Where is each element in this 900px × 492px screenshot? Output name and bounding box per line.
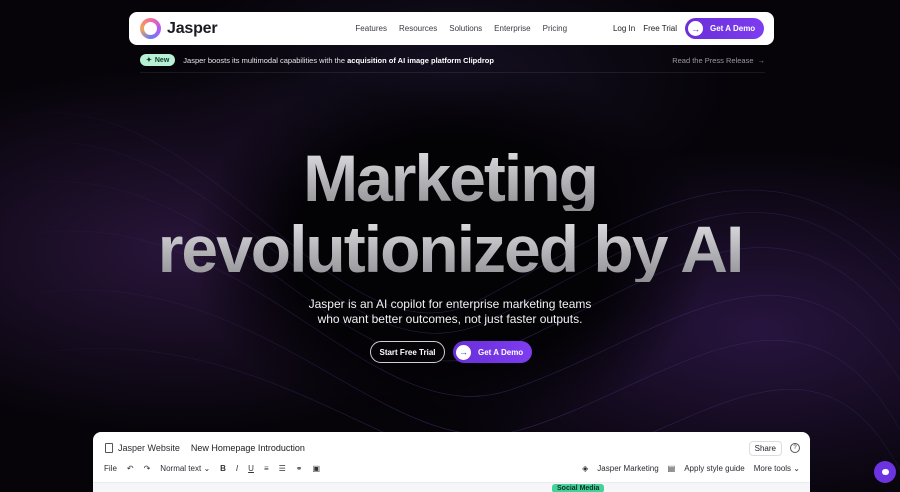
nav-demo-label: Get A Demo [710, 24, 756, 33]
hero-headline-line1: Marketing [0, 145, 900, 211]
chat-widget-icon[interactable] [874, 461, 896, 483]
announcement-text-main: Jasper boosts its multimodal capabilitie… [183, 55, 348, 65]
social-media-tag: Social Media [552, 484, 605, 492]
bold-icon[interactable]: B [220, 464, 226, 473]
divider [140, 72, 765, 73]
more-tools-dropdown[interactable]: More tools ⌄ [754, 464, 800, 473]
megaphone-icon: ◈ [582, 463, 589, 473]
hero-get-demo-button[interactable]: → Get A Demo [453, 341, 532, 363]
top-navbar: Jasper Features Resources Solutions Ente… [129, 12, 774, 45]
nav-link-resources[interactable]: Resources [399, 24, 437, 33]
hero-subtitle-line1: Jasper is an AI copilot for enterprise m… [308, 297, 592, 311]
link-icon[interactable]: ⚭ [296, 464, 303, 473]
free-trial-link[interactable]: Free Trial [643, 24, 677, 33]
login-link[interactable]: Log In [613, 24, 635, 33]
editor-body[interactable] [93, 482, 810, 492]
numbered-list-icon[interactable]: ☰ [279, 464, 286, 473]
image-icon[interactable]: ▣ [312, 464, 320, 473]
hero-cta-group: Start Free Trial → Get A Demo [370, 341, 532, 363]
nav-link-pricing[interactable]: Pricing [543, 24, 567, 33]
help-icon[interactable]: ? [790, 443, 800, 453]
document-icon [105, 443, 113, 453]
jasper-logo-icon [140, 18, 161, 39]
text-style-label: Normal text [160, 463, 202, 473]
hero-demo-label: Get A Demo [478, 347, 524, 357]
announcement-text-bold[interactable]: acquisition of AI image platform Clipdro… [347, 56, 494, 65]
nav-get-demo-button[interactable]: → Get A Demo [685, 18, 764, 39]
chevron-down-icon: ⌄ [203, 463, 211, 473]
underline-icon[interactable]: U [248, 464, 254, 473]
arrow-right-icon: → [757, 55, 766, 65]
redo-icon[interactable]: ↷ [144, 464, 151, 473]
editor-header: Jasper Website New Homepage Introduction… [105, 440, 800, 456]
arrow-right-icon: → [456, 344, 471, 360]
more-tools-label: More tools [753, 463, 792, 473]
press-release-label: Read the Press Release [672, 55, 754, 65]
hero-headline-line2: revolutionized by AI [0, 216, 900, 282]
bullet-list-icon[interactable]: ≡ [264, 464, 269, 473]
new-badge-label: New [154, 56, 170, 64]
editor-toolbar: File ↶ ↷ Normal text ⌄ B I U ≡ ☰ ⚭ ▣ ◈ J… [104, 462, 800, 474]
share-button[interactable]: Share [748, 440, 782, 456]
document-title[interactable]: New Homepage Introduction [191, 443, 305, 453]
editor-preview: Jasper Website New Homepage Introduction… [93, 432, 810, 492]
nav-link-features[interactable]: Features [355, 24, 387, 33]
hero-subtitle-line2: who want better outcomes, not just faste… [317, 312, 583, 326]
nav-link-solutions[interactable]: Solutions [449, 24, 482, 33]
workspace-name[interactable]: Jasper Website [118, 443, 180, 453]
arrow-right-icon: → [688, 21, 703, 36]
italic-icon[interactable]: I [236, 464, 238, 473]
apply-style-guide-button[interactable]: Apply style guide [684, 464, 744, 473]
text-style-dropdown[interactable]: Normal text ⌄ [160, 464, 210, 473]
file-menu[interactable]: File [104, 464, 117, 473]
nav-links: Features Resources Solutions Enterprise … [355, 24, 567, 33]
nav-link-enterprise[interactable]: Enterprise [494, 24, 530, 33]
logo[interactable]: Jasper [140, 18, 218, 39]
jasper-marketing-button[interactable]: Jasper Marketing [597, 464, 658, 473]
announcement-bar: ✦ New Jasper boosts its multimodal capab… [140, 52, 765, 68]
chevron-down-icon: ⌄ [793, 463, 800, 473]
brand-name: Jasper [167, 19, 218, 37]
sparkle-icon: ✦ [146, 57, 152, 64]
press-release-link[interactable]: Read the Press Release → [672, 56, 765, 65]
editor-toolbar-right: ◈ Jasper Marketing ▤ Apply style guide M… [582, 464, 800, 473]
announcement-text: Jasper boosts its multimodal capabilitie… [183, 56, 494, 65]
style-guide-icon: ▤ [667, 463, 676, 473]
start-free-trial-button[interactable]: Start Free Trial [370, 341, 445, 363]
nav-actions: Log In Free Trial → Get A Demo [613, 18, 764, 39]
undo-icon[interactable]: ↶ [127, 464, 134, 473]
new-badge: ✦ New [140, 54, 176, 66]
